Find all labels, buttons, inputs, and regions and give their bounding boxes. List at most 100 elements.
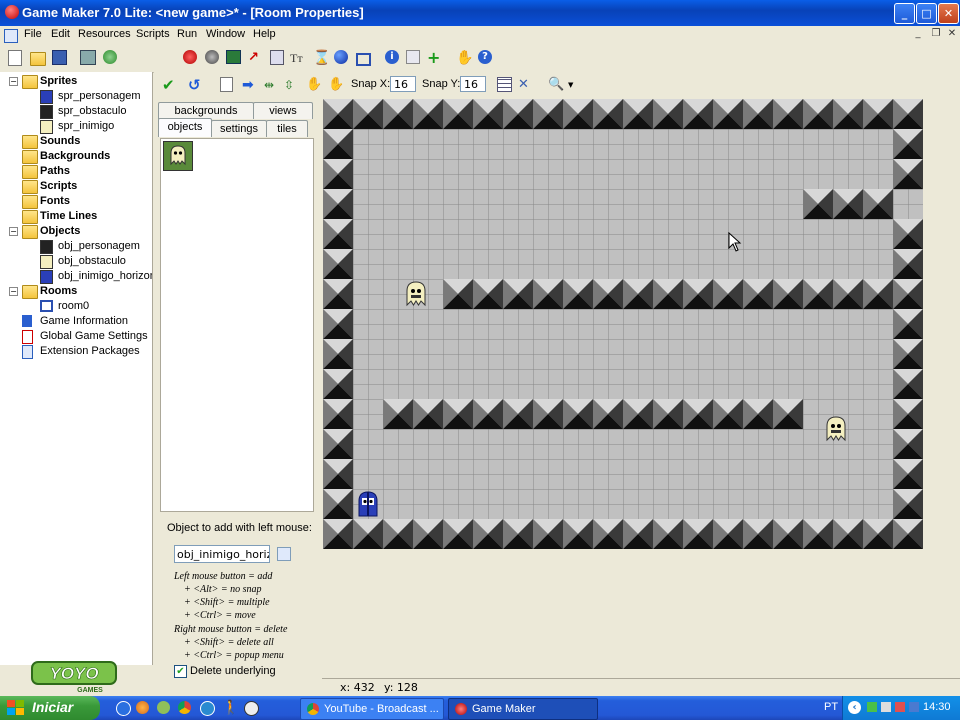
save-icon[interactable]: [52, 50, 67, 65]
shift-instances-icon[interactable]: ➡: [242, 77, 258, 93]
wall-block[interactable]: [323, 309, 353, 339]
add-script-icon[interactable]: [270, 50, 284, 65]
app-icon[interactable]: [5, 5, 19, 19]
wall-block[interactable]: [593, 279, 623, 309]
wall-block[interactable]: [503, 519, 533, 549]
wall-block[interactable]: [533, 519, 563, 549]
wall-block[interactable]: [743, 99, 773, 129]
tray-security-icon[interactable]: [895, 702, 905, 712]
wall-block[interactable]: [713, 399, 743, 429]
tab-objects[interactable]: objects: [158, 118, 212, 137]
tab-backgrounds[interactable]: backgrounds: [158, 102, 254, 119]
menu-window[interactable]: Window: [206, 28, 245, 40]
wall-block[interactable]: [743, 519, 773, 549]
enemy-instance[interactable]: [826, 416, 846, 441]
wall-block[interactable]: [713, 519, 743, 549]
messenger-icon[interactable]: [157, 701, 170, 714]
tree-collapse-icon[interactable]: −: [9, 287, 18, 296]
wall-block[interactable]: [323, 429, 353, 459]
add-timeline-icon[interactable]: ⌛: [313, 50, 330, 66]
wall-block[interactable]: [683, 399, 713, 429]
wall-block[interactable]: [773, 399, 803, 429]
wall-block[interactable]: [743, 399, 773, 429]
room-canvas[interactable]: [323, 99, 923, 549]
wall-block[interactable]: [323, 279, 353, 309]
wall-block[interactable]: [443, 519, 473, 549]
zoom-icon[interactable]: 🔍: [548, 77, 564, 93]
wall-block[interactable]: [563, 279, 593, 309]
add-room-icon[interactable]: [356, 53, 371, 66]
wall-block[interactable]: [323, 249, 353, 279]
language-indicator[interactable]: PT: [824, 701, 838, 713]
wall-block[interactable]: [653, 279, 683, 309]
tray-expand-icon[interactable]: ‹: [848, 701, 861, 714]
wall-block[interactable]: [323, 459, 353, 489]
wall-block[interactable]: [413, 519, 443, 549]
help-icon[interactable]: ?: [478, 50, 492, 64]
wall-block[interactable]: [893, 249, 923, 279]
wall-block[interactable]: [653, 399, 683, 429]
wall-block[interactable]: [473, 399, 503, 429]
unlock-instances-icon[interactable]: ✋: [328, 77, 344, 93]
undo-icon[interactable]: ↺: [188, 77, 204, 93]
wall-block[interactable]: [383, 519, 413, 549]
menu-scripts[interactable]: Scripts: [136, 28, 170, 40]
firefox-icon[interactable]: [136, 701, 149, 714]
add-sound-icon[interactable]: [205, 50, 219, 64]
figure-icon[interactable]: 🚶: [222, 700, 239, 716]
wall-block[interactable]: [623, 279, 653, 309]
mdi-restore-icon[interactable]: ❐: [930, 28, 942, 40]
grid-toggle-icon[interactable]: [497, 77, 512, 92]
menu-help[interactable]: Help: [253, 28, 276, 40]
wall-block[interactable]: [653, 519, 683, 549]
tree-collapse-icon[interactable]: −: [9, 227, 18, 236]
wall-block[interactable]: [893, 99, 923, 129]
wall-block[interactable]: [863, 519, 893, 549]
wall-block[interactable]: [833, 189, 863, 219]
resource-tree[interactable]: Sprites − spr_personagem spr_obstaculo spr_i…: [0, 72, 153, 665]
clear-room-icon[interactable]: [220, 77, 233, 92]
add-sprite-icon[interactable]: [183, 50, 197, 64]
menu-file[interactable]: File: [24, 28, 42, 40]
wall-block[interactable]: [803, 519, 833, 549]
hand-icon[interactable]: ✋: [456, 50, 473, 66]
global-settings-icon[interactable]: [406, 50, 420, 64]
wall-block[interactable]: [893, 129, 923, 159]
maximize-button[interactable]: □: [916, 3, 937, 24]
add-path-icon[interactable]: ↗: [248, 50, 264, 66]
delete-underlying-checkbox[interactable]: ✔: [174, 665, 187, 678]
app-launcher-icon[interactable]: [244, 701, 259, 716]
enemy-instance[interactable]: [406, 281, 426, 306]
wall-block[interactable]: [593, 99, 623, 129]
task-game-maker[interactable]: Game Maker: [448, 698, 598, 720]
wall-block[interactable]: [893, 519, 923, 549]
wall-block[interactable]: [713, 99, 743, 129]
create-executable-icon[interactable]: [80, 50, 96, 65]
media-icon[interactable]: [200, 701, 215, 716]
menu-run[interactable]: Run: [177, 28, 197, 40]
player-instance[interactable]: [358, 491, 378, 517]
start-button[interactable]: Iniciar: [0, 696, 100, 720]
minimize-button[interactable]: _: [894, 3, 915, 24]
wall-block[interactable]: [893, 459, 923, 489]
wall-block[interactable]: [503, 399, 533, 429]
wall-block[interactable]: [503, 279, 533, 309]
title-bar[interactable]: Game Maker 7.0 Lite: <new game>* - [Room…: [0, 0, 960, 26]
wall-block[interactable]: [323, 219, 353, 249]
menu-edit[interactable]: Edit: [51, 28, 70, 40]
wall-block[interactable]: [623, 399, 653, 429]
wall-block[interactable]: [563, 399, 593, 429]
wall-block[interactable]: [863, 99, 893, 129]
tray-volume-icon[interactable]: [881, 702, 891, 712]
chrome-icon[interactable]: [178, 701, 191, 714]
mdi-document-icon[interactable]: [4, 29, 18, 43]
wall-block[interactable]: [383, 399, 413, 429]
wall-block[interactable]: [893, 489, 923, 519]
object-to-add-field[interactable]: obj_inimigo_horizontal: [174, 545, 270, 563]
wall-block[interactable]: [773, 279, 803, 309]
add-font-icon[interactable]: Tт: [290, 50, 306, 66]
snap-x-input[interactable]: 16: [390, 76, 416, 92]
wall-block[interactable]: [863, 279, 893, 309]
tab-tiles[interactable]: tiles: [266, 120, 308, 137]
wall-block[interactable]: [683, 99, 713, 129]
